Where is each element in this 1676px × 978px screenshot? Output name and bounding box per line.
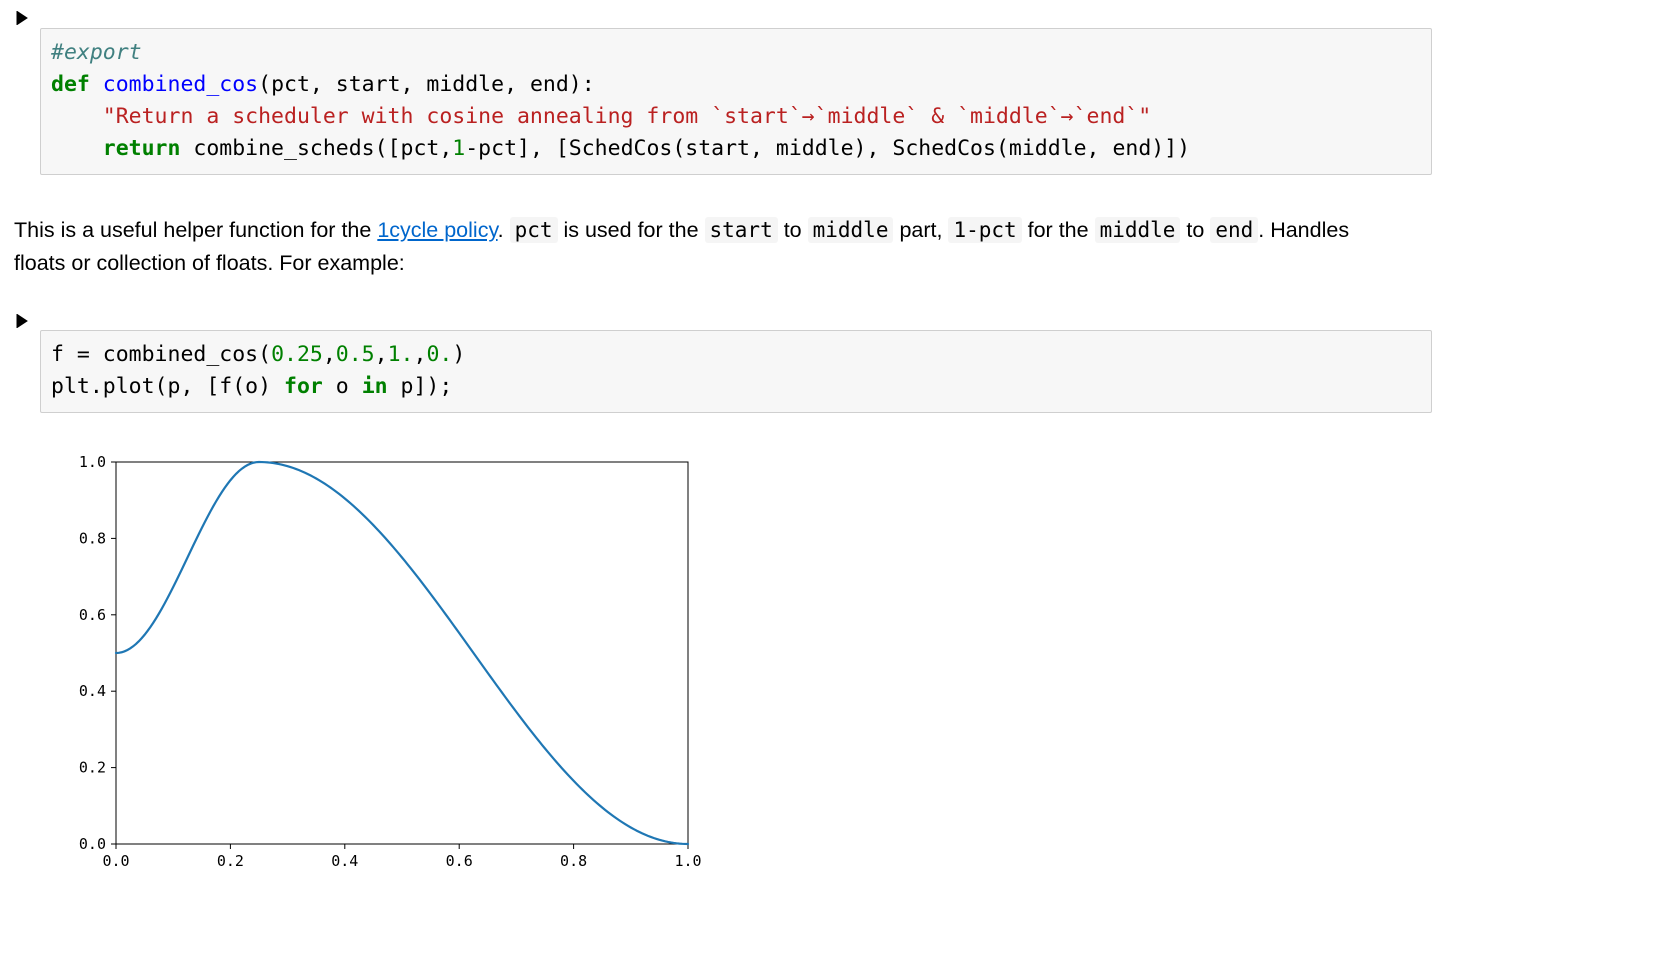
code-fn-name: combined_cos xyxy=(90,72,258,97)
code-docstring: "Return a scheduler with cosine annealin… xyxy=(103,104,1151,129)
notebook-page: #export def combined_cos(pct, start, mid… xyxy=(0,0,1440,892)
svg-text:0.2: 0.2 xyxy=(79,759,106,777)
code-comment: #export xyxy=(51,40,142,65)
code-number: 1. xyxy=(388,342,414,367)
code-number: 0.25 xyxy=(271,342,323,367)
code-text xyxy=(51,136,103,161)
inline-code: pct xyxy=(510,217,558,243)
code-input-2[interactable]: f = combined_cos(0.25,0.5,1.,0.) plt.plo… xyxy=(40,330,1432,413)
cell-output-chart: 0.0 0.2 0.4 0.6 0.8 1.0 0.0 0.2 0.4 0.6 0.8 1.0 xyxy=(44,452,1432,882)
run-cell-button-2[interactable] xyxy=(8,309,40,329)
text: to xyxy=(1180,218,1210,242)
svg-text:0.4: 0.4 xyxy=(79,682,106,700)
code-text: (pct, start, middle, end): xyxy=(258,72,595,97)
line-chart: 0.0 0.2 0.4 0.6 0.8 1.0 0.0 0.2 0.4 0.6 0.8 1.0 xyxy=(44,452,704,882)
code-text: , xyxy=(413,342,426,367)
code-number: 0.5 xyxy=(336,342,375,367)
text: is used for the xyxy=(558,218,705,242)
code-keyword: return xyxy=(103,136,181,161)
svg-text:0.2: 0.2 xyxy=(217,852,244,870)
code-text: , xyxy=(375,342,388,367)
code-keyword: in xyxy=(362,374,388,399)
markdown-paragraph: This is a useful helper function for the… xyxy=(14,214,1432,281)
inline-code: start xyxy=(705,217,778,243)
link-1cycle-policy[interactable]: 1cycle policy xyxy=(377,218,497,242)
code-text: o xyxy=(323,374,362,399)
text: for the xyxy=(1022,218,1095,242)
code-keyword: for xyxy=(284,374,323,399)
code-text: , xyxy=(323,342,336,367)
svg-text:1.0: 1.0 xyxy=(79,453,106,471)
inline-code: middle xyxy=(1095,217,1181,243)
inline-code: middle xyxy=(808,217,894,243)
run-cell-button-1[interactable] xyxy=(8,6,40,26)
text: to xyxy=(778,218,808,242)
run-icon xyxy=(14,313,30,329)
svg-text:0.6: 0.6 xyxy=(446,852,473,870)
svg-text:1.0: 1.0 xyxy=(674,852,701,870)
code-text: f = combined_cos( xyxy=(51,342,271,367)
svg-text:0.0: 0.0 xyxy=(79,835,106,853)
code-text: combine_scheds([pct, xyxy=(180,136,452,161)
text: . xyxy=(498,218,510,242)
code-text xyxy=(51,104,103,129)
code-cell-2: f = combined_cos(0.25,0.5,1.,0.) plt.plo… xyxy=(8,309,1432,435)
svg-text:0.8: 0.8 xyxy=(560,852,587,870)
code-text: -pct], [SchedCos(start, middle), SchedCo… xyxy=(465,136,1190,161)
code-cell-1: #export def combined_cos(pct, start, mid… xyxy=(8,6,1432,196)
run-icon xyxy=(14,10,30,26)
code-text: ) xyxy=(452,342,465,367)
text: This is a useful helper function for the xyxy=(14,218,377,242)
code-number: 1 xyxy=(452,136,465,161)
code-text: p]); xyxy=(388,374,453,399)
code-text: plt.plot(p, [f(o) xyxy=(51,374,284,399)
svg-text:0.4: 0.4 xyxy=(331,852,358,870)
inline-code: 1-pct xyxy=(948,217,1021,243)
inline-code: end xyxy=(1210,217,1258,243)
svg-text:0.8: 0.8 xyxy=(79,530,106,548)
svg-text:0.6: 0.6 xyxy=(79,606,106,624)
code-input-1[interactable]: #export def combined_cos(pct, start, mid… xyxy=(40,28,1432,175)
code-keyword: def xyxy=(51,72,90,97)
text: part, xyxy=(893,218,948,242)
code-number: 0. xyxy=(426,342,452,367)
svg-text:0.0: 0.0 xyxy=(102,852,129,870)
